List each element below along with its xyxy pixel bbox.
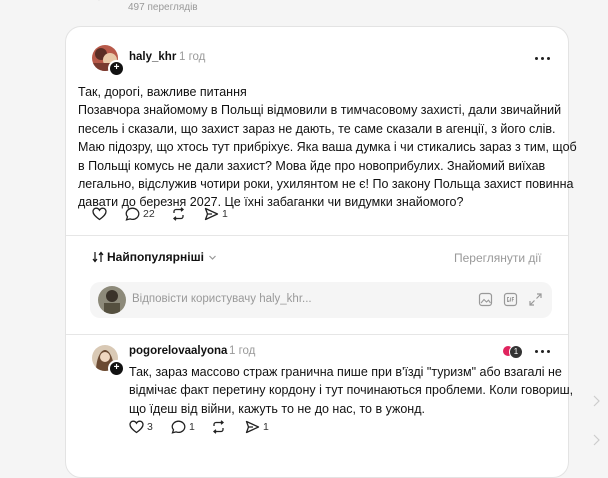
like-button[interactable] (92, 207, 110, 221)
comment-count: 1 (189, 421, 195, 433)
comment-line: Так, зараз массово страж гранична пише п… (129, 365, 562, 379)
comment-username[interactable]: pogorelovaalyona (129, 345, 227, 357)
reply-avatar (98, 286, 126, 314)
reply-box[interactable]: Відповісти користувачу haly_khr... (90, 282, 552, 318)
share-button[interactable]: 1 (204, 207, 228, 221)
divider (66, 334, 568, 335)
comment-time[interactable]: 1 год (229, 345, 255, 357)
repost-button[interactable] (171, 207, 189, 221)
post-line: в Польщі комусь не дали захист? Мова йде… (78, 158, 546, 173)
follow-plus-badge[interactable]: + (108, 60, 125, 77)
share-icon (245, 420, 260, 434)
more-icon[interactable] (535, 55, 551, 61)
sort-label: Найпопулярніші (107, 250, 204, 264)
repost-button[interactable] (211, 420, 229, 434)
post-body: Так, дорогі, важливе питання Позавчора з… (78, 83, 577, 212)
like-button[interactable]: 3 (129, 420, 153, 434)
reaction-badges: 1 (503, 344, 523, 359)
views-count: 497 переглядів (128, 2, 198, 13)
chevron-down-icon[interactable] (92, 0, 106, 4)
heart-icon (92, 207, 107, 221)
repost-icon (212, 420, 225, 434)
thread-card: + haly_khr 1 год Так, дорогі, важливе пи… (65, 26, 577, 478)
like-count: 3 (147, 421, 153, 433)
comment-body: Так, зараз массово страж гранична пише п… (129, 363, 574, 418)
post-time[interactable]: 1 год (179, 51, 205, 63)
share-count: 1 (263, 421, 269, 433)
share-icon (204, 207, 219, 221)
post-line: песель і сказали, що захист зараз не даю… (78, 121, 556, 136)
view-activity-link[interactable]: Переглянути дії (454, 251, 541, 265)
post-username[interactable]: haly_khr (129, 51, 176, 63)
comment-count: 22 (143, 208, 155, 220)
sidebar-edge-icon (593, 395, 600, 407)
heart-icon (129, 420, 144, 434)
image-icon[interactable] (478, 292, 493, 307)
sidebar-edge-icon (593, 434, 600, 446)
comment-actions: 3 1 1 (129, 420, 329, 436)
comment-line: відмічає факт перетину кордону і тут поч… (129, 383, 574, 398)
post-line: Маю підозру, що хтось тут прибріхує. Яка… (78, 140, 577, 155)
share-count: 1 (222, 208, 228, 220)
post-line: Позавчора знайомому в Польщі відмовили в… (78, 103, 562, 118)
reaction-avatar: 1 (509, 345, 523, 359)
comment-button[interactable]: 1 (171, 420, 195, 434)
reply-input[interactable]: Відповісти користувачу haly_khr... (132, 293, 312, 305)
comment-button[interactable]: 22 (125, 207, 155, 221)
divider (66, 235, 568, 236)
gif-icon[interactable] (503, 292, 518, 307)
comment-icon (171, 420, 186, 434)
chevron-down-icon (209, 255, 216, 260)
share-button[interactable]: 1 (245, 420, 269, 434)
sort-dropdown[interactable]: Найпопулярніші (92, 250, 217, 264)
post-line: Так, дорогі, важливе питання (78, 85, 247, 99)
avatar-image (98, 286, 126, 314)
post-actions: 22 1 (92, 207, 292, 223)
comment-icon (125, 207, 140, 221)
post-line: легально, відслужив чотири роки, ухилянт… (78, 177, 574, 192)
repost-icon (172, 207, 185, 221)
sort-icon (92, 251, 104, 263)
comment-line: що їдеш від війни, кажуть то не до нас, … (129, 401, 425, 416)
top-bar: 497 переглядів (0, 0, 608, 16)
expand-icon[interactable] (528, 292, 543, 307)
more-icon[interactable] (535, 348, 551, 354)
follow-plus-badge[interactable]: + (108, 360, 125, 377)
